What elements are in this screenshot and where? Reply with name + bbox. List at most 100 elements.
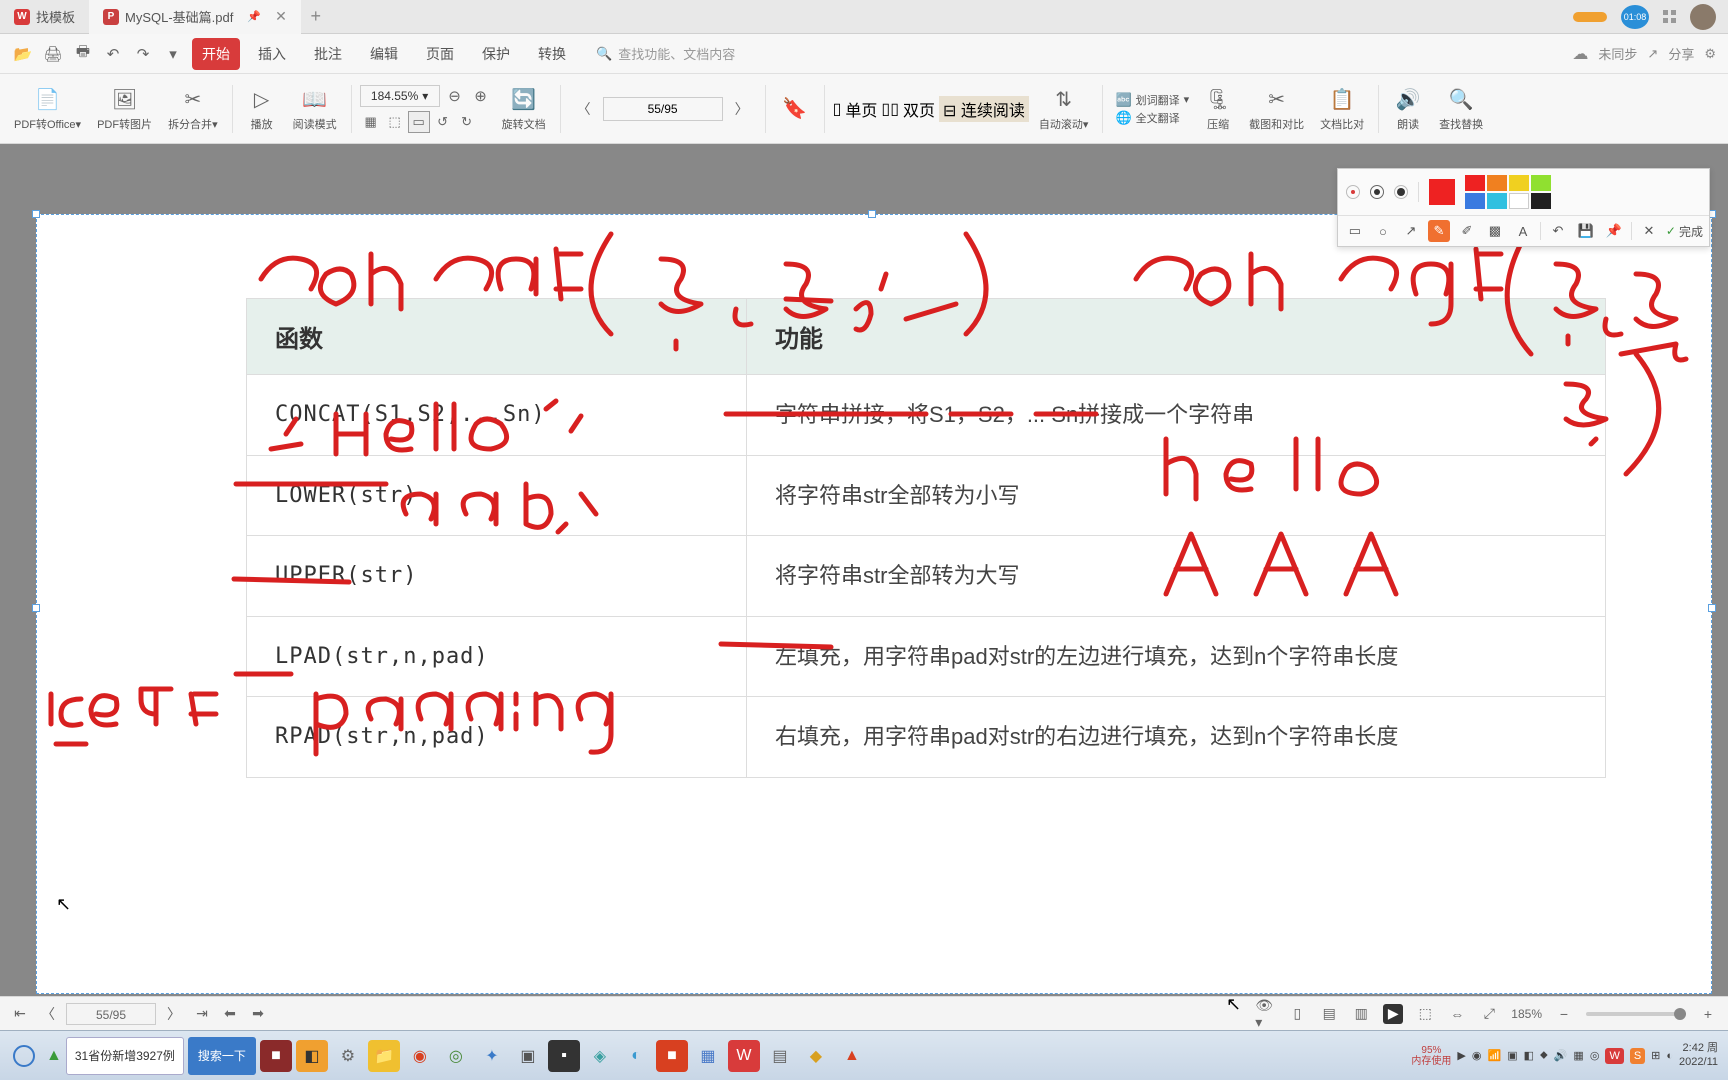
search-button[interactable]: 搜索一下 bbox=[188, 1037, 256, 1075]
next-page-button[interactable]: 〉 bbox=[727, 99, 757, 119]
page-indicator[interactable]: 55/95 bbox=[603, 97, 723, 121]
tray-volume-icon[interactable]: 🔊 bbox=[1554, 1049, 1568, 1062]
settings-icon[interactable]: ⚙ bbox=[1704, 46, 1716, 62]
menu-page[interactable]: 页面 bbox=[416, 38, 464, 70]
taskbar-app-icon[interactable]: ◉ bbox=[404, 1040, 436, 1072]
taskbar-app-icon[interactable]: ✦ bbox=[476, 1040, 508, 1072]
annotation-toolbar[interactable]: ▭ ○ ↗ ✎ ✐ ▩ A ↶ 💾 📌 ✕ ✓完成 bbox=[1337, 168, 1710, 247]
selection-handle[interactable] bbox=[32, 210, 40, 218]
dropdown-icon[interactable]: ▾ bbox=[162, 43, 184, 65]
print-icon[interactable]: 🖶 bbox=[72, 43, 94, 65]
taskbar-app-icon[interactable]: ◈ bbox=[584, 1040, 616, 1072]
taskbar-app-icon[interactable]: ◧ bbox=[296, 1040, 328, 1072]
tray-icon[interactable]: ◧ bbox=[1524, 1049, 1534, 1062]
rotate-left-icon[interactable]: ↺ bbox=[432, 111, 454, 133]
color-yellow[interactable] bbox=[1509, 175, 1529, 191]
find-replace-button[interactable]: 🔍查找替换 bbox=[1433, 84, 1489, 134]
text-tool-icon[interactable]: A bbox=[1512, 220, 1534, 242]
menu-convert[interactable]: 转换 bbox=[528, 38, 576, 70]
selection-handle[interactable] bbox=[32, 604, 40, 612]
color-red[interactable] bbox=[1465, 175, 1485, 191]
tray-icon[interactable]: ▦ bbox=[1573, 1049, 1583, 1062]
undo-anno-icon[interactable]: ↶ bbox=[1547, 220, 1569, 242]
stroke-thick[interactable] bbox=[1394, 185, 1408, 199]
prev-page-button[interactable]: 〈 bbox=[569, 99, 599, 119]
color-white[interactable] bbox=[1509, 193, 1529, 209]
memory-indicator[interactable]: 95% 内存使用 bbox=[1411, 1045, 1451, 1067]
word-translate-button[interactable]: 🔤划词翻译▾ bbox=[1115, 92, 1189, 108]
read-aloud-button[interactable]: 🔊朗读 bbox=[1387, 84, 1429, 134]
double-page-icon[interactable]: ▯▯ bbox=[881, 99, 899, 119]
doc-compare-button[interactable]: 📋文档比对 bbox=[1314, 84, 1370, 134]
eye-icon[interactable]: 👁▾ bbox=[1255, 1004, 1275, 1024]
tray-ime-icon[interactable]: W bbox=[1605, 1048, 1623, 1064]
save-anno-icon[interactable]: 💾 bbox=[1575, 220, 1597, 242]
view-single-icon[interactable]: ▯ bbox=[1287, 1004, 1307, 1024]
taskbar-app-icon[interactable]: ▦ bbox=[692, 1040, 724, 1072]
tray-icon[interactable]: ◐ bbox=[1666, 1050, 1673, 1062]
back-icon[interactable]: ⬅ bbox=[220, 1004, 240, 1024]
view-scroll-icon[interactable]: ▤ bbox=[1319, 1004, 1339, 1024]
new-tab-button[interactable]: + bbox=[301, 6, 331, 27]
stroke-medium[interactable] bbox=[1370, 185, 1384, 199]
arrow-tool-icon[interactable]: ↗ bbox=[1400, 220, 1422, 242]
done-button[interactable]: ✓完成 bbox=[1666, 223, 1703, 240]
pdf-to-image-button[interactable]: 🖼PDF转图片 bbox=[91, 84, 158, 134]
avatar[interactable] bbox=[1690, 4, 1716, 30]
pin-anno-icon[interactable]: 📌 bbox=[1603, 220, 1625, 242]
page-number-input[interactable]: 55/95 bbox=[66, 1003, 156, 1025]
crop-compare-button[interactable]: ✂截图和对比 bbox=[1243, 84, 1310, 134]
oval-tool-icon[interactable]: ○ bbox=[1372, 220, 1394, 242]
menu-annot[interactable]: 批注 bbox=[304, 38, 352, 70]
color-cyan[interactable] bbox=[1487, 193, 1507, 209]
fit-width-sb-icon[interactable]: ⇔ bbox=[1447, 1004, 1467, 1024]
single-page-icon[interactable]: ▯ bbox=[833, 99, 842, 119]
play-button[interactable]: ▷播放 bbox=[241, 84, 283, 134]
search-box[interactable]: 🔍 查找功能、文档内容 bbox=[596, 44, 735, 63]
auto-scroll-button[interactable]: ⇅自动滚动▾ bbox=[1033, 84, 1095, 134]
selection-handle[interactable] bbox=[868, 210, 876, 218]
document-canvas[interactable]: 函数 功能 CONCAT(S1,S2,...Sn)字符串拼接，将S1，S2，..… bbox=[0, 144, 1728, 1030]
tray-icon[interactable]: ▶ bbox=[1457, 1049, 1465, 1062]
full-translate-button[interactable]: 🌐全文翻译 bbox=[1115, 110, 1179, 126]
view-double-icon[interactable]: ▥ bbox=[1351, 1004, 1371, 1024]
highlighter-icon[interactable]: ✐ bbox=[1456, 220, 1478, 242]
continuous-button[interactable]: ⊟ 连续阅读 bbox=[939, 96, 1029, 122]
tray-icon[interactable]: ◉ bbox=[1472, 1049, 1482, 1062]
last-page-icon[interactable]: ⇥ bbox=[192, 1004, 212, 1024]
up-arrow-icon[interactable]: ▲ bbox=[46, 1047, 62, 1065]
ie-icon[interactable] bbox=[6, 1038, 42, 1074]
taskbar-folder-icon[interactable]: 📁 bbox=[368, 1040, 400, 1072]
color-lime[interactable] bbox=[1531, 175, 1551, 191]
close-icon[interactable]: ✕ bbox=[275, 8, 287, 25]
pin-icon[interactable]: 📌 bbox=[247, 10, 261, 23]
taskbar-terminal-icon[interactable]: ▪ bbox=[548, 1040, 580, 1072]
bookmark-button[interactable]: 🔖 bbox=[774, 93, 816, 125]
color-black[interactable] bbox=[1531, 193, 1551, 209]
read-mode-button[interactable]: 📖阅读模式 bbox=[287, 84, 343, 134]
redo-icon[interactable]: ↷ bbox=[132, 43, 154, 65]
selection-handle[interactable] bbox=[1708, 604, 1716, 612]
share-label[interactable]: 分享 bbox=[1668, 44, 1694, 63]
tray-icon[interactable]: ⬥ bbox=[1540, 1049, 1548, 1062]
taskbar-app-icon[interactable]: ▲ bbox=[836, 1040, 868, 1072]
zoom-percent[interactable]: 185% bbox=[1511, 1007, 1542, 1021]
zoom-out-sb-icon[interactable]: − bbox=[1554, 1004, 1574, 1024]
presentation-icon[interactable]: ▶ bbox=[1383, 1004, 1403, 1024]
fit-page-sb-icon[interactable]: ⤢ bbox=[1479, 1004, 1499, 1024]
news-ticker[interactable]: 31省份新增3927例 bbox=[66, 1037, 184, 1075]
mosaic-icon[interactable]: ▩ bbox=[1484, 220, 1506, 242]
taskbar-app-icon[interactable]: ◐ bbox=[620, 1040, 652, 1072]
cloud-icon[interactable]: ☁ bbox=[1572, 44, 1588, 64]
tray-icon[interactable]: ▣ bbox=[1507, 1049, 1517, 1062]
zoom-out-icon[interactable]: ⊖ bbox=[444, 85, 466, 107]
cancel-anno-icon[interactable]: ✕ bbox=[1638, 220, 1660, 242]
first-page-icon[interactable]: ⇤ bbox=[10, 1004, 30, 1024]
tab-templates[interactable]: W 找模板 bbox=[0, 0, 89, 34]
tray-icon[interactable]: ◎ bbox=[1590, 1049, 1600, 1062]
save-icon[interactable]: 🖨 bbox=[42, 43, 64, 65]
sync-status[interactable]: 未同步 bbox=[1598, 44, 1637, 63]
tray-ime-icon[interactable]: S bbox=[1630, 1048, 1645, 1064]
split-merge-button[interactable]: ✂拆分合并▾ bbox=[162, 84, 224, 134]
pdf-to-office-button[interactable]: 📄PDF转Office▾ bbox=[8, 84, 87, 134]
